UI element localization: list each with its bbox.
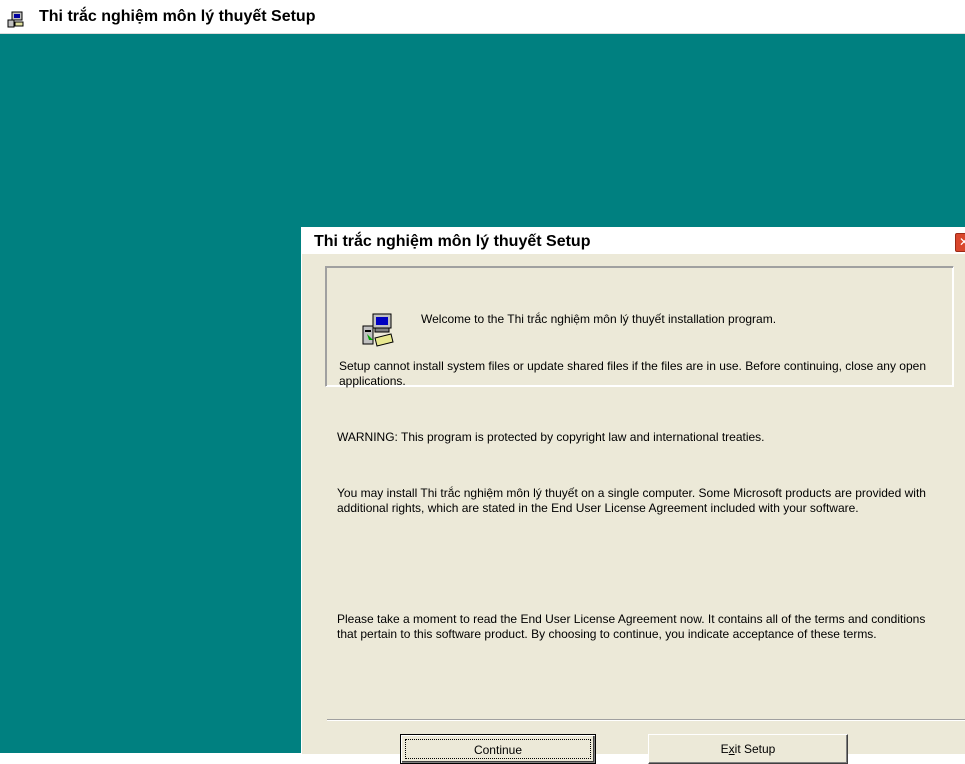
continue-button[interactable]: Continue — [400, 734, 596, 764]
dialog-body: Welcome to the Thi trắc nghiệm môn lý th… — [303, 254, 965, 764]
app-title-bar: Thi trắc nghiệm môn lý thuyết Setup — [0, 0, 965, 34]
continue-button-label: Continue — [405, 739, 591, 759]
app-title: Thi trắc nghiệm môn lý thuyết Setup — [39, 8, 316, 25]
setup-computer-icon — [362, 313, 394, 347]
exit-setup-button[interactable]: Exit Setup — [648, 734, 848, 764]
button-separator — [327, 719, 965, 721]
exit-label-prefix: E — [720, 742, 729, 756]
dialog-title-bar[interactable]: Thi trắc nghiệm môn lý thuyết Setup ✕ — [302, 228, 965, 254]
files-in-use-message: Setup cannot install system files or upd… — [339, 359, 927, 388]
eula-message: Please take a moment to read the End Use… — [337, 612, 926, 641]
welcome-message: Welcome to the Thi trắc nghiệm môn lý th… — [421, 312, 777, 326]
setup-computer-icon — [7, 11, 24, 28]
copyright-warning: WARNING: This program is protected by co… — [337, 430, 765, 444]
dialog-title: Thi trắc nghiệm môn lý thuyết Setup — [314, 233, 591, 250]
close-button[interactable]: ✕ — [955, 233, 965, 252]
setup-dialog: Thi trắc nghiệm môn lý thuyết Setup ✕ We… — [301, 227, 965, 764]
license-rights-message: You may install Thi trắc nghiệm môn lý t… — [337, 486, 926, 515]
exit-label-suffix: it Setup — [734, 742, 776, 756]
close-icon: ✕ — [958, 235, 965, 249]
